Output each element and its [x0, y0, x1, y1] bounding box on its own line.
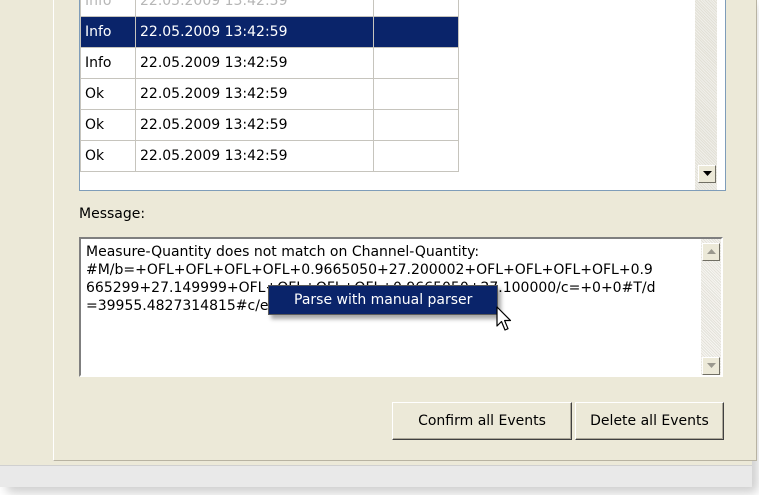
context-menu: Parse with manual parser: [268, 285, 498, 315]
events-list[interactable]: Info 22.05.2009 13:42:59 Info 22.05.2009 13…: [79, 0, 726, 191]
arrow-down-icon: [703, 171, 712, 176]
event-extra-cell: [373, 140, 459, 172]
event-time-cell: 22.05.2009 13:42:59: [135, 109, 374, 141]
event-time-cell: 22.05.2009 13:42:59: [135, 0, 374, 17]
events-scrollbar[interactable]: [695, 0, 717, 190]
event-row[interactable]: Info 22.05.2009 13:42:59: [80, 0, 459, 17]
event-time-cell: 22.05.2009 13:42:59: [135, 140, 374, 172]
event-type-cell: Info: [80, 0, 136, 17]
scroll-down-button[interactable]: [698, 165, 716, 183]
event-row[interactable]: Info 22.05.2009 13:42:59: [80, 16, 459, 48]
mouse-pointer-icon: [496, 306, 512, 331]
message-label: Message:: [79, 206, 146, 222]
event-type-cell: Info: [80, 47, 136, 79]
context-menu-item-parse[interactable]: Parse with manual parser: [294, 292, 472, 308]
message-scrollbar[interactable]: [701, 239, 721, 375]
event-extra-cell: [373, 0, 459, 17]
event-extra-cell: [373, 78, 459, 110]
arrow-down-icon: [707, 363, 716, 368]
message-scroll-down-button[interactable]: [702, 357, 720, 375]
event-extra-cell: [373, 109, 459, 141]
event-time-cell: 22.05.2009 13:42:59: [135, 78, 374, 110]
message-line: #M/b=+OFL+OFL+OFL+OFL+0.9665050+27.20000…: [86, 262, 653, 278]
event-extra-cell: [373, 47, 459, 79]
event-row[interactable]: Ok 22.05.2009 13:42:59: [80, 109, 459, 141]
event-type-cell: Ok: [80, 140, 136, 172]
event-time-cell: 22.05.2009 13:42:59: [135, 16, 374, 48]
message-scroll-up-button[interactable]: [702, 243, 720, 261]
event-type-cell: Ok: [80, 78, 136, 110]
events-table: Info 22.05.2009 13:42:59 Info 22.05.2009 13…: [80, 0, 459, 172]
event-row[interactable]: Info 22.05.2009 13:42:59: [80, 47, 459, 79]
dialog-window: Info 22.05.2009 13:42:59 Info 22.05.2009 13…: [0, 0, 757, 487]
event-type-cell: Info: [80, 16, 136, 48]
message-line: Measure-Quantity does not match on Chann…: [86, 244, 480, 260]
arrow-up-icon: [707, 249, 716, 254]
window-bottom-strip: [0, 465, 752, 487]
confirm-all-events-button[interactable]: Confirm all Events: [392, 402, 572, 440]
event-type-cell: Ok: [80, 109, 136, 141]
event-extra-cell: [373, 16, 459, 48]
event-time-cell: 22.05.2009 13:42:59: [135, 47, 374, 79]
event-row[interactable]: Ok 22.05.2009 13:42:59: [80, 140, 459, 172]
delete-all-events-button[interactable]: Delete all Events: [575, 402, 724, 440]
event-row[interactable]: Ok 22.05.2009 13:42:59: [80, 78, 459, 110]
